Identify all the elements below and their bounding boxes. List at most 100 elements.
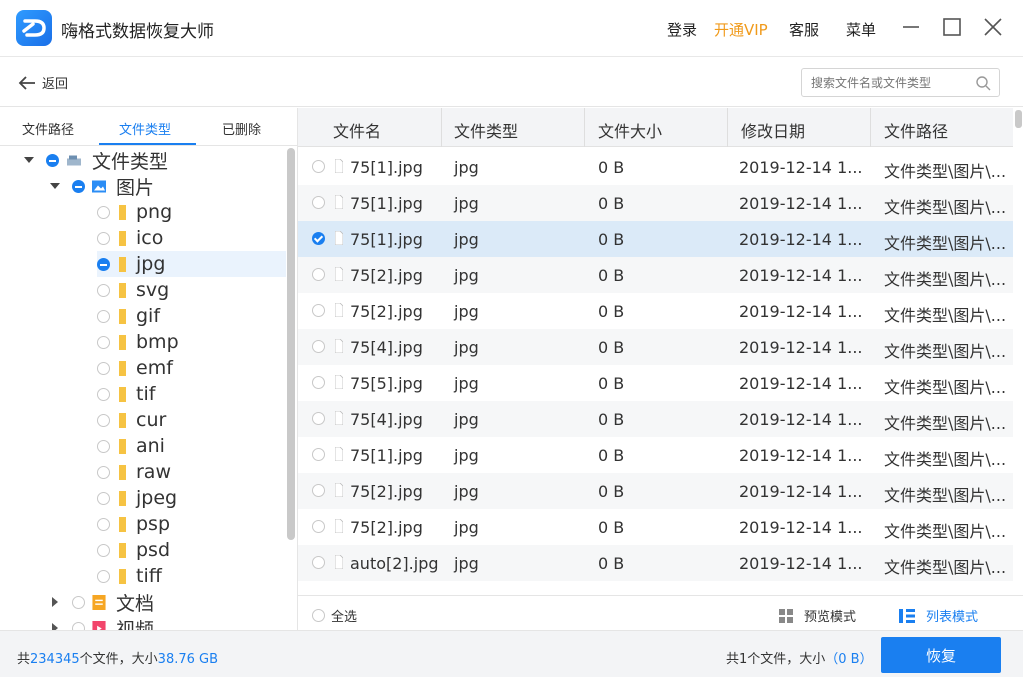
- table-row[interactable]: 75[2].jpg jpg 0 B 2019-12-14 1... 文件类型\图片\..…: [298, 293, 1013, 329]
- unchecked-radio[interactable]: [97, 569, 110, 583]
- unchecked-radio[interactable]: [97, 283, 110, 297]
- unchecked-radio[interactable]: [72, 595, 85, 609]
- tree-node-raw[interactable]: raw: [97, 459, 171, 485]
- close-button[interactable]: [980, 14, 1006, 40]
- tree-node-png[interactable]: png: [97, 199, 172, 225]
- table-row[interactable]: 75[1].jpg jpg 0 B 2019-12-14 1... 文件类型\图片\..…: [298, 221, 1013, 257]
- maximize-button[interactable]: [939, 14, 965, 40]
- table-row[interactable]: 75[4].jpg jpg 0 B 2019-12-14 1... 文件类型\图片\..…: [298, 401, 1013, 437]
- select-all-radio[interactable]: [312, 609, 325, 622]
- row-select-radio[interactable]: [312, 484, 325, 497]
- table-row[interactable]: 75[1].jpg jpg 0 B 2019-12-14 1... 文件类型\图片\..…: [298, 437, 1013, 473]
- tree-type-label: psp: [136, 513, 171, 535]
- column-separator[interactable]: [584, 108, 585, 147]
- back-button[interactable]: 返回: [18, 73, 68, 92]
- row-select-radio[interactable]: [312, 196, 325, 209]
- row-select-radio[interactable]: [312, 340, 325, 353]
- row-select-radio[interactable]: [312, 160, 325, 173]
- recover-button[interactable]: 恢复: [881, 637, 1001, 673]
- row-select-radio[interactable]: [312, 268, 325, 281]
- row-select-radio[interactable]: [312, 556, 325, 569]
- cell-file-type: jpg: [454, 374, 479, 393]
- table-row[interactable]: 75[2].jpg jpg 0 B 2019-12-14 1... 文件类型\图片\..…: [298, 509, 1013, 545]
- select-all-toggle[interactable]: 全选: [312, 606, 357, 625]
- table-row[interactable]: 75[2].jpg jpg 0 B 2019-12-14 1... 文件类型\图片\..…: [298, 473, 1013, 509]
- unchecked-radio[interactable]: [97, 413, 110, 427]
- cell-file-path: 文件类型\图片\...: [884, 234, 1007, 253]
- tree-node-psd[interactable]: psd: [97, 537, 170, 563]
- unchecked-radio[interactable]: [97, 543, 110, 557]
- search-box[interactable]: [801, 68, 1000, 97]
- tab-deleted[interactable]: 已删除: [222, 119, 261, 138]
- tree-node-ani[interactable]: ani: [97, 433, 165, 459]
- tree-node-docs[interactable]: 文档: [50, 589, 154, 615]
- table-row[interactable]: 75[1].jpg jpg 0 B 2019-12-14 1... 文件类型\图片\..…: [298, 185, 1013, 221]
- row-select-radio[interactable]: [312, 376, 325, 389]
- table-row[interactable]: 75[1].jpg jpg 0 B 2019-12-14 1... 文件类型\图片\..…: [298, 149, 1013, 185]
- row-select-radio[interactable]: [312, 412, 325, 425]
- column-separator[interactable]: [870, 108, 871, 147]
- unchecked-radio[interactable]: [97, 387, 110, 401]
- unchecked-radio[interactable]: [97, 205, 110, 219]
- column-header-size[interactable]: 文件大小: [598, 118, 662, 142]
- column-header-date[interactable]: 修改日期: [741, 118, 805, 142]
- tree-node-jpeg[interactable]: jpeg: [97, 485, 177, 511]
- tree-node-bmp[interactable]: bmp: [97, 329, 179, 355]
- column-header-path[interactable]: 文件路径: [884, 118, 948, 142]
- tab-file-type[interactable]: 文件类型: [119, 119, 171, 138]
- open-vip-link[interactable]: 开通VIP: [714, 19, 768, 40]
- unchecked-radio[interactable]: [97, 439, 110, 453]
- column-header-name[interactable]: 文件名: [333, 118, 381, 142]
- column-separator[interactable]: [727, 108, 728, 147]
- table-row[interactable]: 75[5].jpg jpg 0 B 2019-12-14 1... 文件类型\图片\..…: [298, 365, 1013, 401]
- unchecked-radio[interactable]: [72, 621, 85, 630]
- column-header-type[interactable]: 文件类型: [454, 118, 518, 142]
- row-select-radio[interactable]: [312, 520, 325, 533]
- tab-file-path[interactable]: 文件路径: [22, 119, 74, 138]
- tree-scrollbar[interactable]: [287, 148, 295, 540]
- tree-node-gif[interactable]: gif: [97, 303, 160, 329]
- tree-node-images[interactable]: 图片: [50, 173, 154, 199]
- tree-node-svg[interactable]: svg: [97, 277, 169, 303]
- tree-node-emf[interactable]: emf: [97, 355, 173, 381]
- unchecked-radio[interactable]: [97, 491, 110, 505]
- table-row[interactable]: 75[2].jpg jpg 0 B 2019-12-14 1... 文件类型\图片\..…: [298, 257, 1013, 293]
- tree-node-jpg[interactable]: jpg: [97, 251, 286, 277]
- tree-node-psp[interactable]: psp: [97, 511, 170, 537]
- partial-check-icon[interactable]: [72, 179, 85, 193]
- tree-node-video[interactable]: 视频: [50, 615, 154, 630]
- search-icon[interactable]: [975, 75, 991, 91]
- unchecked-radio[interactable]: [97, 231, 110, 245]
- minimize-button[interactable]: [898, 14, 924, 40]
- unchecked-radio[interactable]: [97, 517, 110, 531]
- customer-service-link[interactable]: 客服: [789, 19, 819, 40]
- back-label: 返回: [42, 77, 69, 92]
- tree-node-tif[interactable]: tif: [97, 381, 155, 407]
- table-row[interactable]: auto[2].jpg jpg 0 B 2019-12-14 1... 文件类型\图片\…: [298, 545, 1013, 581]
- tree-node-ico[interactable]: ico: [97, 225, 163, 251]
- tree-node-tiff[interactable]: tiff: [97, 563, 162, 589]
- partial-check-icon[interactable]: [97, 257, 110, 271]
- cell-file-name: 75[2].jpg: [350, 266, 423, 285]
- search-input[interactable]: [802, 69, 962, 96]
- row-select-radio[interactable]: [312, 304, 325, 317]
- preview-mode-button[interactable]: 预览模式: [778, 606, 856, 625]
- partial-check-icon[interactable]: [46, 153, 59, 167]
- unchecked-radio[interactable]: [97, 335, 110, 349]
- file-list-scrollbar[interactable]: [1015, 110, 1022, 128]
- table-row[interactable]: 75[4].jpg jpg 0 B 2019-12-14 1... 文件类型\图片\..…: [298, 329, 1013, 365]
- tree-node-cur[interactable]: cur: [97, 407, 166, 433]
- unchecked-radio[interactable]: [97, 465, 110, 479]
- cell-file-size: 0 B: [598, 194, 625, 213]
- list-mode-button[interactable]: 列表模式: [898, 606, 978, 625]
- unchecked-radio[interactable]: [97, 361, 110, 375]
- list-icon: [899, 608, 915, 623]
- login-link[interactable]: 登录: [667, 19, 697, 40]
- unchecked-radio[interactable]: [97, 309, 110, 323]
- row-select-radio[interactable]: [312, 232, 325, 245]
- column-separator[interactable]: [441, 108, 442, 147]
- tree-type-label: svg: [136, 279, 170, 301]
- tree-node-root[interactable]: 文件类型: [24, 147, 168, 173]
- menu-link[interactable]: 菜单: [846, 19, 876, 40]
- row-select-radio[interactable]: [312, 448, 325, 461]
